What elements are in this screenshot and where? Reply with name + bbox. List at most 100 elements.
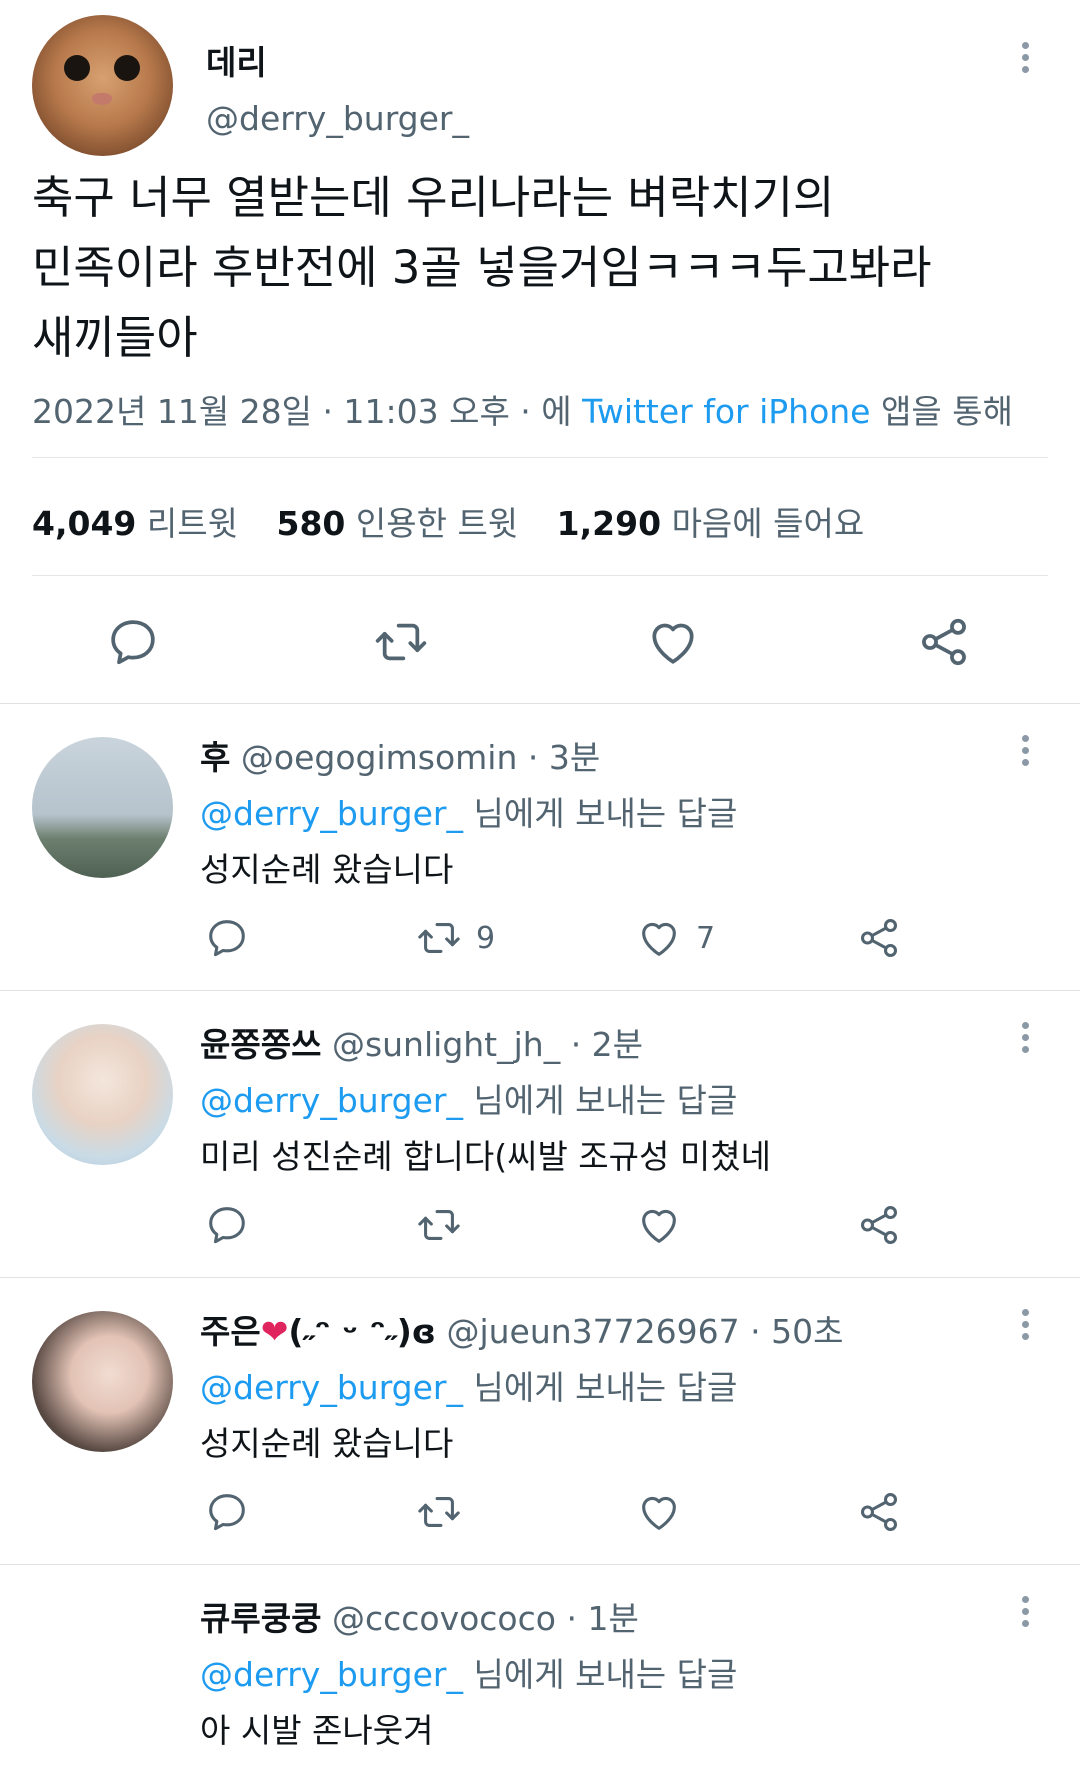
- replying-to: @derry_burger_ 님에게 보내는 답글: [200, 1361, 737, 1409]
- retweet-label[interactable]: 리트윗: [147, 504, 238, 543]
- reply-author-name[interactable]: 윤쫑쫑쓰: [200, 1025, 321, 1064]
- replying-label: 님에게 보내는 답글: [473, 1655, 738, 1694]
- reply-time[interactable]: · 3분: [528, 738, 600, 777]
- reply-author-name-suffix[interactable]: (˶ᵔ ᵕ ᵔ˶)ɞ: [288, 1312, 436, 1351]
- source-link[interactable]: Twitter for iPhone: [582, 392, 870, 431]
- like-icon[interactable]: [645, 614, 701, 670]
- main-tweet: 데리 @derry_burger_ 축구 너무 열받는데 우리나라는 벼락치기의…: [0, 0, 1080, 705]
- replying-to: @derry_burger_ 님에게 보내는 답글: [200, 787, 737, 835]
- mention-link[interactable]: @derry_burger_: [200, 794, 463, 833]
- reply-icon: [204, 915, 250, 961]
- quote-label[interactable]: 인용한 트윗: [356, 504, 518, 543]
- reply-icon: [204, 1489, 250, 1535]
- like-icon: [636, 1489, 682, 1535]
- replying-label: 님에게 보내는 답글: [473, 1081, 738, 1120]
- tweet-text-line: 민족이라 후반전에 3골 넣을거임ㅋㅋㅋ두고봐라: [32, 241, 932, 294]
- reply-text: 성지순례 왔습니다: [200, 850, 454, 889]
- action-bar: [0, 598, 1080, 688]
- reply-icon[interactable]: [105, 614, 161, 670]
- avatar[interactable]: [32, 737, 173, 878]
- replying-label: 님에게 보내는 답글: [473, 1368, 738, 1407]
- tweet-text: 축구 너무 열받는데 우리나라는 벼락치기의 민족이라 후반전에 3골 넣을거임…: [32, 163, 1052, 373]
- like-button[interactable]: [636, 1487, 696, 1537]
- quote-count[interactable]: 580: [276, 504, 345, 543]
- timestamp[interactable]: 2022년 11월 28일 · 11:03 오후 · 에: [32, 392, 572, 431]
- reply-header: 주은❤(˶ᵔ ᵕ ᵔ˶)ɞ @jueun37726967 · 50초: [200, 1305, 843, 1353]
- retweet-icon: [416, 915, 462, 961]
- tweet-text-line: 새끼들아: [32, 311, 198, 364]
- reply-actions: [200, 1487, 960, 1537]
- replying-label: 님에게 보내는 답글: [473, 794, 738, 833]
- reply-author-name[interactable]: 큐루쿵쿵: [200, 1599, 321, 1638]
- reply-text: 성지순례 왔습니다: [200, 1424, 454, 1463]
- like-label[interactable]: 마음에 들어요: [672, 504, 865, 543]
- share-button[interactable]: [856, 913, 902, 963]
- avatar[interactable]: [32, 1024, 173, 1165]
- retweet-icon[interactable]: [373, 614, 429, 670]
- like-icon: [636, 915, 682, 961]
- replying-to: @derry_burger_ 님에게 보내는 답글: [200, 1648, 737, 1696]
- reply-actions: 9 7: [200, 913, 960, 963]
- reply-tweet[interactable]: 큐루쿵쿵 @cccovococo · 1분 @derry_burger_ 님에게…: [0, 1566, 1080, 1767]
- reply-icon: [204, 1202, 250, 1248]
- reply-time[interactable]: · 2분: [571, 1025, 643, 1064]
- more-icon[interactable]: [1019, 735, 1031, 771]
- reply-author-handle[interactable]: @oegogimsomin: [241, 738, 518, 777]
- share-button[interactable]: [856, 1487, 902, 1537]
- retweet-button[interactable]: 9: [416, 913, 495, 963]
- like-count[interactable]: 1,290: [557, 504, 661, 543]
- divider: [0, 1564, 1080, 1565]
- more-icon[interactable]: [1019, 1309, 1031, 1345]
- author-handle[interactable]: @derry_burger_: [206, 99, 469, 138]
- avatar[interactable]: [32, 15, 173, 156]
- like-button[interactable]: [636, 1200, 696, 1250]
- reply-author-handle[interactable]: @sunlight_jh_: [332, 1025, 560, 1064]
- share-icon: [856, 915, 902, 961]
- more-icon[interactable]: [1019, 1596, 1031, 1632]
- reply-header: 윤쫑쫑쓰 @sunlight_jh_ · 2분: [200, 1018, 643, 1066]
- share-button[interactable]: [856, 1200, 902, 1250]
- share-icon: [856, 1202, 902, 1248]
- divider: [0, 1277, 1080, 1278]
- heart-emoji-icon: ❤: [260, 1312, 289, 1351]
- retweet-button[interactable]: [416, 1200, 476, 1250]
- tweet-meta: 2022년 11월 28일 · 11:03 오후 · 에 Twitter for…: [32, 385, 1013, 433]
- more-icon[interactable]: [1019, 1022, 1031, 1058]
- retweet-icon: [416, 1489, 462, 1535]
- retweet-count[interactable]: 4,049: [32, 504, 136, 543]
- reply-actions: [200, 1200, 960, 1250]
- reply-author-handle[interactable]: @cccovococo: [332, 1599, 556, 1638]
- reply-text: 아 시발 존나웃겨: [200, 1711, 434, 1750]
- mention-link[interactable]: @derry_burger_: [200, 1655, 463, 1694]
- avatar-eye: [114, 55, 140, 81]
- reply-tweet[interactable]: 주은❤(˶ᵔ ᵕ ᵔ˶)ɞ @jueun37726967 · 50초 @derr…: [0, 1279, 1080, 1564]
- reply-time[interactable]: · 1분: [566, 1599, 638, 1638]
- reply-tweet[interactable]: 후 @oegogimsomin · 3분 @derry_burger_ 님에게 …: [0, 705, 1080, 990]
- reply-tweet[interactable]: 윤쫑쫑쓰 @sunlight_jh_ · 2분 @derry_burger_ 님…: [0, 992, 1080, 1277]
- reply-author-name[interactable]: 주은: [200, 1312, 261, 1351]
- reply-button[interactable]: [204, 1200, 250, 1250]
- retweet-button[interactable]: [416, 1487, 476, 1537]
- divider: [0, 703, 1080, 704]
- share-icon[interactable]: [916, 614, 972, 670]
- source-suffix: 앱을 통해: [881, 392, 1013, 431]
- mention-link[interactable]: @derry_burger_: [200, 1081, 463, 1120]
- reply-button[interactable]: [204, 913, 250, 963]
- retweet-icon: [416, 1202, 462, 1248]
- reply-button[interactable]: [204, 1487, 250, 1537]
- avatar[interactable]: [32, 1311, 173, 1452]
- reply-author-name[interactable]: 후: [200, 738, 230, 777]
- more-icon[interactable]: [1019, 42, 1031, 78]
- avatar-nose: [92, 93, 112, 105]
- reply-time[interactable]: · 50초: [750, 1312, 843, 1351]
- reply-header: 후 @oegogimsomin · 3분: [200, 731, 600, 779]
- mention-link[interactable]: @derry_burger_: [200, 1368, 463, 1407]
- reply-author-handle[interactable]: @jueun37726967: [446, 1312, 739, 1351]
- retweet-count: 9: [476, 920, 496, 956]
- avatar-eye: [64, 55, 90, 81]
- like-icon: [636, 1202, 682, 1248]
- like-button[interactable]: 7: [636, 913, 715, 963]
- reply-header: 큐루쿵쿵 @cccovococo · 1분: [200, 1592, 639, 1640]
- replying-to: @derry_burger_ 님에게 보내는 답글: [200, 1074, 737, 1122]
- author-name[interactable]: 데리: [206, 36, 267, 84]
